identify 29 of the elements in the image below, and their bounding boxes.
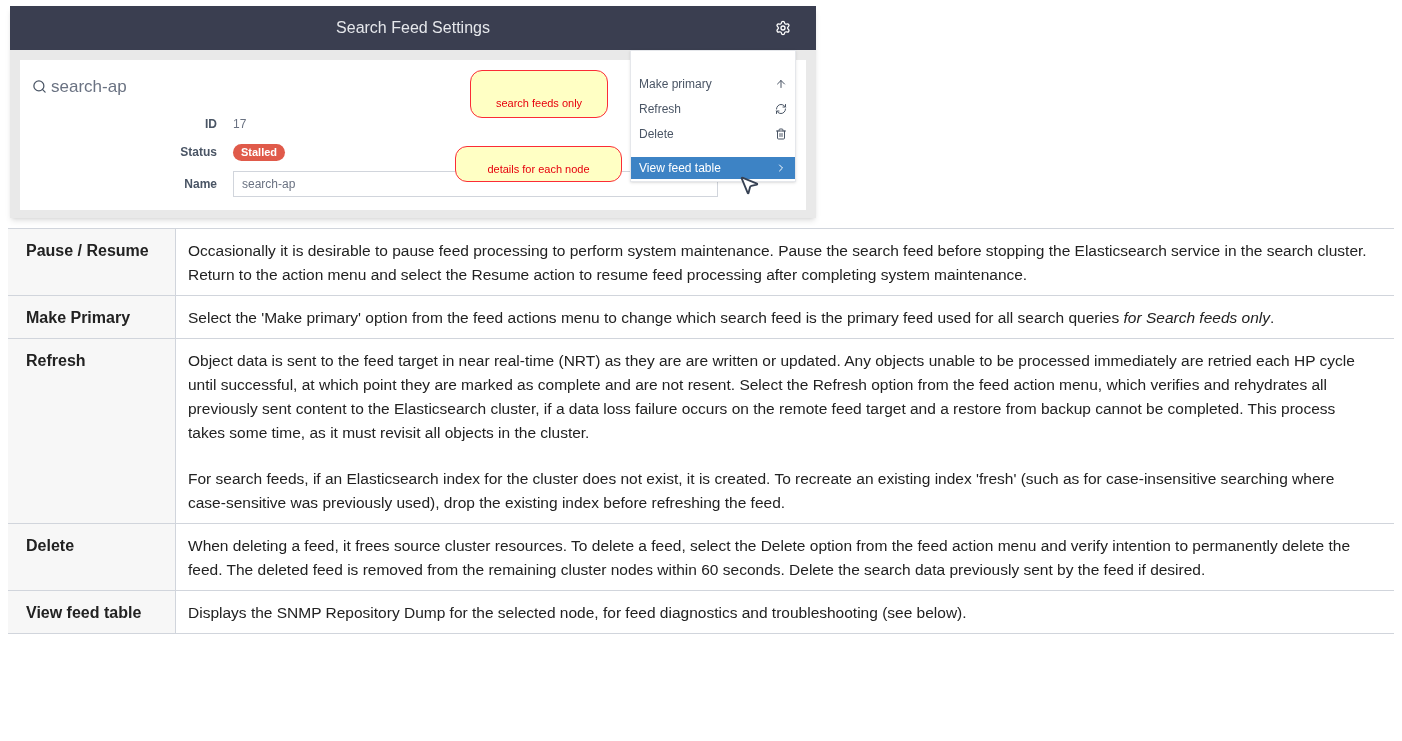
description-paragraph: For search feeds, if an Elasticsearch index for the cluster does not exist, it is created. To recreate an existing index 'fresh' (such as for case-insensitive searching where case-sensitive was previously used), drop the existing index before refreshing the feed. xyxy=(188,469,1336,513)
status-badge: Stalled xyxy=(233,144,286,161)
term-label: Pause / Resume xyxy=(26,242,149,259)
callout-bubble: search feeds only xyxy=(470,70,608,118)
search-field[interactable]: search-ap xyxy=(32,74,127,100)
term-label: Delete xyxy=(26,537,75,554)
menu-item[interactable]: Make primary xyxy=(631,73,795,95)
description-paragraph: Object data is sent to the feed target in near real-time (NRT) as they are are written or updated. Any objects unable to be processed immediately are retried each HP cycle until successful, at which point they are marked as complete and are not resent. Select the Refresh option from the feed action menu, which verifies and rehydrates all previously sent content to the Elasticsearch cluster, if a data loss failure occurs on the remote feed target and a restore from backup cannot be completed. This process takes some time, as it must revisit all objects in the cluster. xyxy=(188,351,1356,443)
description-paragraph: When deleting a feed, it frees source cluster resources. To delete a feed, select the Delete option from the feed action menu and verify intention to permanently delete the feed. The deleted feed is removed from the remaining cluster nodes within 60 seconds. Delete the search data previously sent by the feed if desired. xyxy=(188,536,1352,580)
field-label: Status xyxy=(179,144,217,162)
term-label: Refresh xyxy=(26,352,86,369)
search-icon xyxy=(32,79,47,95)
settings-icon[interactable] xyxy=(775,20,791,36)
field-label: Name xyxy=(183,176,217,194)
description-paragraph: Occasionally it is desirable to pause feed processing to perform system maintenance. Pause the search feed before stopping the Elasticsearch service in the search cluster. Return to the action menu and select the Resume action to resume feed processing after completing system maintenance. xyxy=(188,241,1368,285)
menu-icon xyxy=(775,103,787,115)
field-label: ID xyxy=(204,116,217,134)
menu-icon xyxy=(775,128,787,140)
menu-item[interactable]: View feed table xyxy=(631,157,795,179)
menu-icon xyxy=(775,78,787,90)
description-paragraph: Select the 'Make primary' option from the feed actions menu to change which search feed is the primary feed used for all search queries for Search feeds only. xyxy=(188,308,1275,328)
term-label: View feed table xyxy=(26,604,142,621)
term-label: Make Primary xyxy=(26,309,131,326)
menu-item[interactable]: Delete xyxy=(631,123,795,145)
callout-bubble: details for each node xyxy=(455,146,622,182)
dialog-title: Search Feed Settings xyxy=(336,18,490,38)
field-value: 17 xyxy=(233,116,247,134)
description-paragraph: Displays the SNMP Repository Dump for the selected node, for feed diagnostics and troubleshooting (see below). xyxy=(188,603,967,623)
menu-item[interactable]: Refresh xyxy=(631,98,795,120)
